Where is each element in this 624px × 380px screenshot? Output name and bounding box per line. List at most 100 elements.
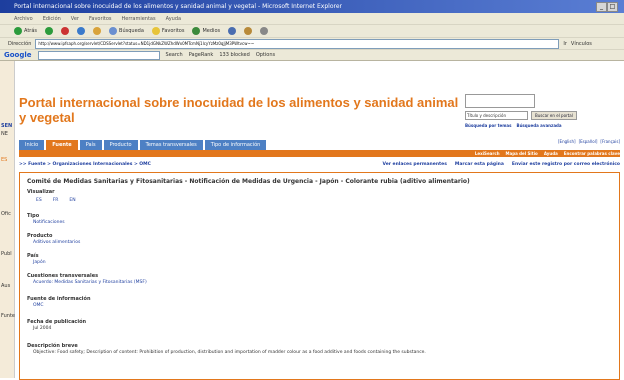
popup-blocked-button[interactable]: 133 blocked — [219, 52, 249, 58]
menu-bar: Archivo Edición Ver Favoritos Herramient… — [0, 13, 624, 24]
field-pais: País Japón — [27, 253, 46, 265]
breadcrumb[interactable]: >> Fuente > Organizaciones Internacional… — [19, 162, 151, 167]
permalink-link[interactable]: Ver enlaces permanentes — [382, 162, 446, 167]
menu-item[interactable]: Ayuda — [166, 16, 181, 22]
left-strip-text: NE — [1, 131, 8, 137]
field-descripcion: Descripción breve Objective: Food safety… — [27, 343, 612, 355]
google-logo: Google — [4, 51, 32, 59]
field-fuente: Fuente de información OMC — [27, 296, 91, 308]
address-bar: Dirección http://www.ipfsaph.org/servlet… — [0, 37, 624, 49]
media-icon — [192, 27, 201, 35]
breadcrumb-row: >> Fuente > Organizaciones Internacional… — [19, 160, 620, 168]
bookmark-link[interactable]: Marcar esta página — [455, 162, 504, 167]
topic-search-link[interactable]: Búsqueda por temas — [465, 123, 512, 128]
menu-item[interactable]: Archivo — [14, 16, 33, 22]
advanced-search-link[interactable]: Búsqueda avanzada — [517, 123, 562, 128]
mail-icon — [244, 27, 253, 35]
search-button[interactable]: Búsqueda — [109, 27, 144, 35]
download-label: Visualizar — [27, 189, 55, 195]
mail-button[interactable] — [244, 27, 253, 35]
pdf-en-link[interactable]: EN — [63, 197, 75, 203]
field-value-link[interactable]: Japón — [27, 260, 46, 265]
field-fecha: Fecha de publicación Jul 2004 — [27, 319, 86, 331]
minimize-button[interactable]: _ — [596, 2, 607, 12]
site-search-input[interactable] — [465, 94, 535, 108]
field-producto: Producto Aditivos alimentarios — [27, 233, 80, 245]
google-options-button[interactable]: Options — [256, 52, 275, 58]
pagerank-indicator[interactable]: PageRank — [189, 52, 214, 58]
left-strip-text: ES — [1, 157, 8, 163]
field-label: País — [27, 253, 39, 259]
forward-button[interactable] — [45, 27, 54, 35]
field-label: Tipo — [27, 213, 40, 219]
favorites-label: Favoritos — [161, 28, 185, 34]
history-icon — [228, 27, 237, 35]
help-link[interactable]: Ayuda — [544, 151, 558, 156]
home-icon — [93, 27, 102, 35]
stop-icon — [61, 27, 70, 35]
media-button[interactable]: Medios — [192, 27, 220, 35]
favorites-button[interactable]: Favoritos — [151, 27, 185, 35]
address-input[interactable]: http://www.ipfsaph.org/servlet/CDSServle… — [35, 38, 560, 49]
pdf-fr-link[interactable]: FR — [47, 197, 59, 203]
utility-links: LexiSearch Mapa del Sitio Ayuda Encontra… — [475, 151, 620, 156]
keywords-link[interactable]: Encontrar palabras clave — [564, 151, 620, 156]
left-strip-text: Ofic — [1, 211, 11, 217]
site-title: Portal internacional sobre inocuidad de … — [19, 95, 459, 125]
email-record-link[interactable]: Enviar este registro por correo electrón… — [512, 162, 620, 167]
lexisearch-link[interactable]: LexiSearch — [475, 151, 500, 156]
search-scope-select[interactable]: Título y descripción — [465, 111, 528, 120]
field-cuestiones: Cuestiones transversales Acuerdo: Medida… — [27, 273, 147, 285]
lang-espanol-link[interactable]: [Español] — [579, 139, 598, 144]
menu-item[interactable]: Edición — [43, 16, 61, 22]
lang-english-link[interactable]: [English] — [558, 139, 576, 144]
address-label: Dirección — [8, 40, 32, 47]
field-label: Cuestiones transversales — [27, 273, 99, 279]
left-clipped-panel: SEN NE ES Ofic Publ Aus Funte — [0, 61, 15, 378]
google-search-input[interactable] — [37, 50, 160, 60]
home-button[interactable] — [93, 27, 102, 35]
field-value-link[interactable]: OMC — [27, 303, 91, 308]
refresh-icon — [77, 27, 86, 35]
field-value-link[interactable]: Notificaciones — [27, 220, 65, 225]
field-label: Fecha de publicación — [27, 319, 87, 325]
left-strip-text: Funte — [1, 313, 15, 319]
left-strip-text: Publ — [1, 251, 12, 257]
field-value-link[interactable]: Acuerdo: Medidas Sanitarias y Fitosanita… — [27, 280, 147, 285]
field-label: Descripción breve — [27, 343, 78, 349]
window-titlebar: Portal internacional sobre inocuidad de … — [0, 0, 624, 13]
printer-icon — [260, 27, 269, 35]
back-arrow-icon — [14, 27, 22, 35]
back-label: Atrás — [24, 28, 38, 34]
language-links: [English] [Español] [Français] — [558, 139, 620, 144]
browser-toolbar: Atrás Búsqueda Favoritos Medios — [0, 24, 624, 37]
links-label[interactable]: Vínculos — [571, 41, 592, 47]
search-label: Búsqueda — [119, 28, 144, 34]
sitemap-link[interactable]: Mapa del Sitio — [506, 151, 538, 156]
back-button[interactable]: Atrás — [14, 27, 37, 35]
record-title: Comité de Medidas Sanitarias y Fitosanit… — [27, 178, 470, 185]
field-label: Producto — [27, 233, 53, 239]
field-value: Objective: Food safety; Description of c… — [33, 350, 426, 355]
history-button[interactable] — [228, 27, 237, 35]
print-button[interactable] — [260, 27, 269, 35]
pdf-es-link[interactable]: ES — [30, 197, 42, 203]
record-tools: Ver enlaces permanentes Marcar esta pági… — [382, 162, 620, 167]
download-field: Visualizar ES FR EN — [27, 189, 76, 203]
maximize-button[interactable]: □ — [607, 2, 618, 12]
stop-button[interactable] — [61, 27, 70, 35]
menu-item[interactable]: Herramientas — [122, 16, 156, 22]
menu-item[interactable]: Favoritos — [89, 16, 112, 22]
field-value-link[interactable]: Aditivos alimentarios — [27, 240, 80, 245]
field-label: Fuente de información — [27, 296, 91, 302]
menu-item[interactable]: Ver — [71, 16, 79, 22]
site-search: Título y descripción Buscar en el portal… — [465, 94, 613, 128]
left-strip-text: Aus — [1, 283, 11, 289]
forward-arrow-icon — [45, 27, 54, 35]
field-tipo: Tipo Notificaciones — [27, 213, 65, 225]
google-search-button[interactable]: Search — [166, 52, 183, 58]
refresh-button[interactable] — [77, 27, 86, 35]
lang-francais-link[interactable]: [Français] — [600, 139, 620, 144]
go-button[interactable]: Ir — [563, 41, 567, 47]
search-portal-button[interactable]: Buscar en el portal — [531, 111, 577, 120]
